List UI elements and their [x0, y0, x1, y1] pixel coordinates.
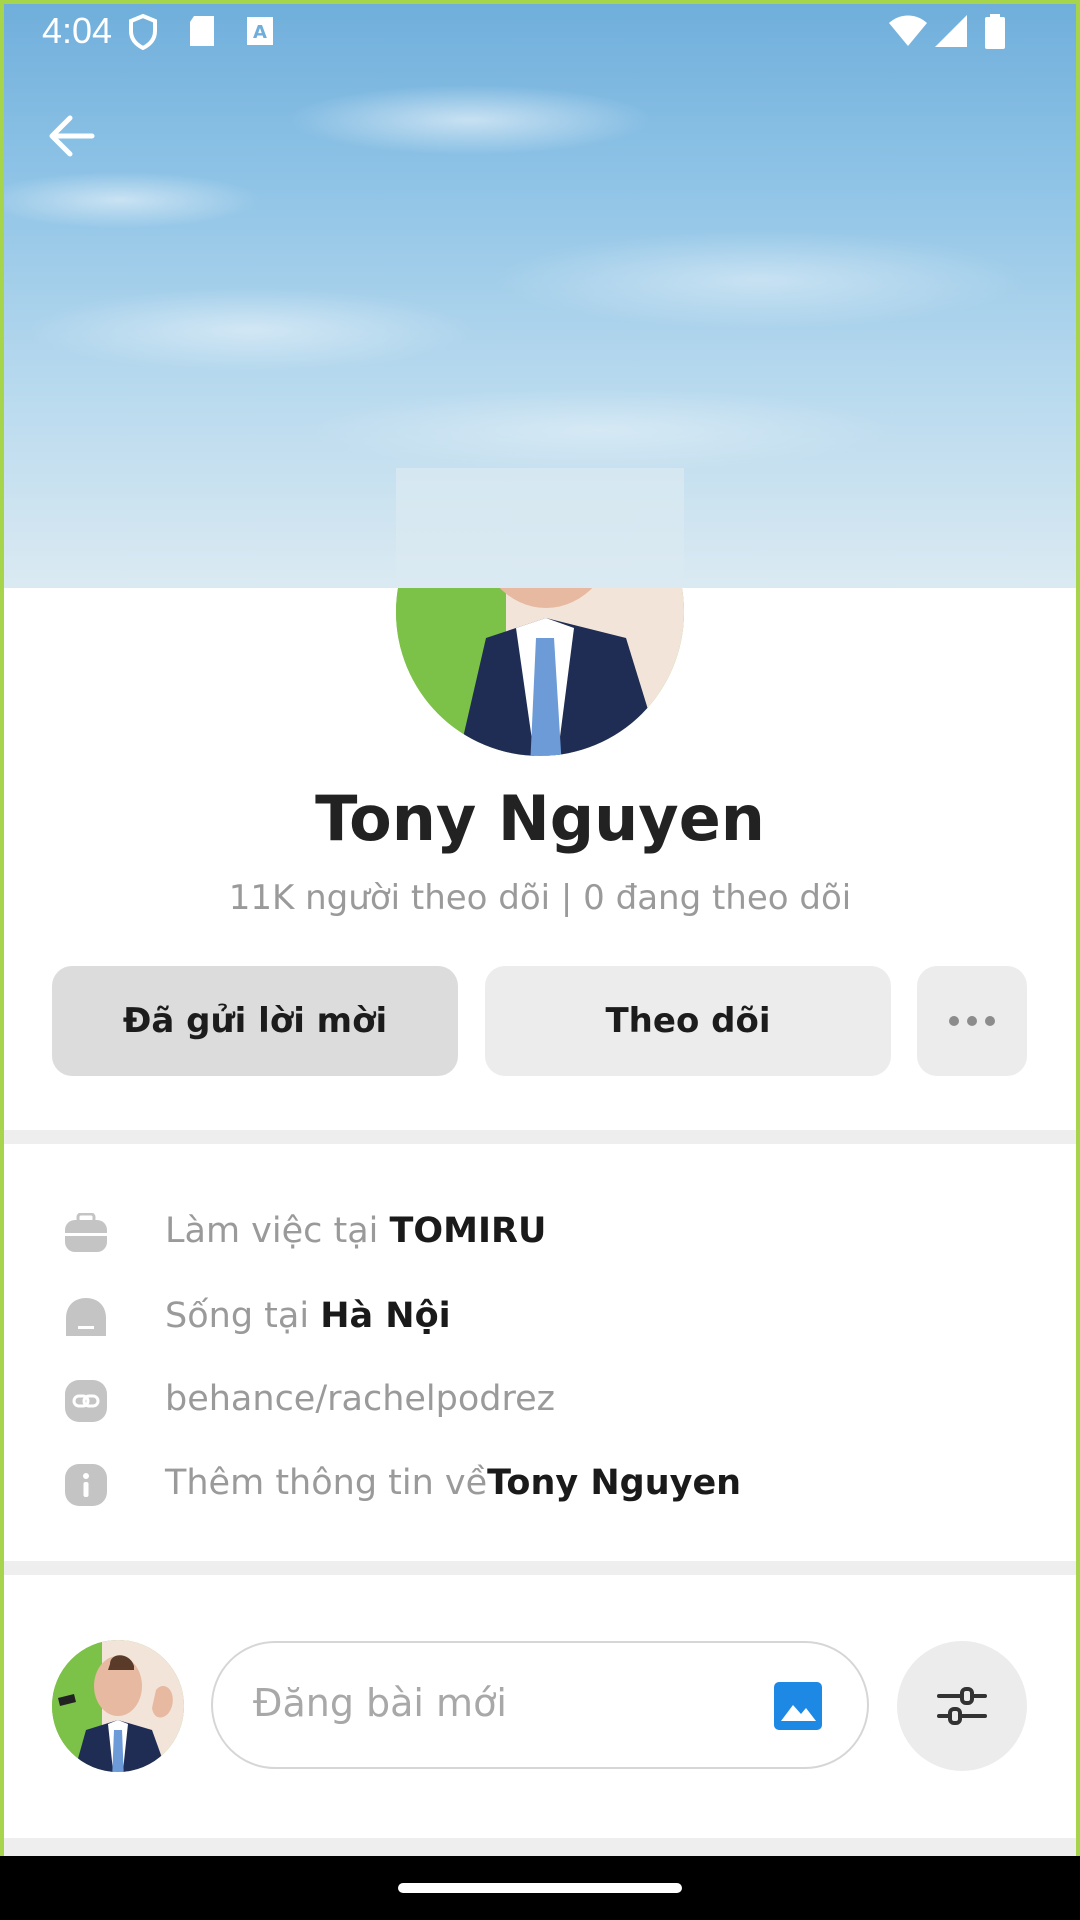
work-value[interactable]: TOMIRU: [390, 1211, 547, 1251]
add-image-button[interactable]: [773, 1681, 823, 1731]
composer-avatar[interactable]: [52, 1640, 184, 1772]
info-live-row: Sống tại Hà Nội: [0, 1288, 1080, 1348]
battery-icon: [984, 14, 1006, 55]
wifi-icon: [888, 14, 928, 53]
new-post-input[interactable]: Đăng bài mới: [211, 1641, 869, 1769]
link-icon: [64, 1379, 108, 1423]
info-work-row: Làm việc tại TOMIRU: [0, 1203, 1080, 1263]
arrow-left-icon: [49, 115, 95, 157]
home-icon: [64, 1296, 108, 1340]
section-divider: [0, 1130, 1080, 1144]
info-icon: [64, 1463, 108, 1507]
profile-link[interactable]: behance/rachelpodrez: [165, 1379, 555, 1419]
sd-card-icon: [188, 14, 216, 53]
info-more-row[interactable]: Thêm thông tin vềTony Nguyen: [0, 1455, 1080, 1515]
live-value[interactable]: Hà Nội: [320, 1296, 450, 1336]
shield-icon: [128, 13, 158, 55]
image-icon: [774, 1682, 822, 1730]
more-info-label: Thêm thông tin về: [165, 1463, 488, 1503]
more-info-name: Tony Nguyen: [487, 1463, 742, 1503]
signal-icon: [934, 14, 968, 53]
more-horizontal-icon: [949, 1016, 995, 1026]
section-divider: [0, 1838, 1080, 1856]
live-label: Sống tại: [165, 1296, 321, 1336]
work-label: Làm việc tại: [165, 1211, 390, 1251]
status-bar: 4:04 A: [0, 0, 1080, 64]
info-link-row: behance/rachelpodrez: [0, 1371, 1080, 1431]
request-sent-button[interactable]: Đã gửi lời mời: [52, 966, 458, 1076]
section-divider: [0, 1561, 1080, 1575]
home-gesture-handle[interactable]: [398, 1883, 682, 1893]
composer-avatar-image: [52, 1640, 184, 1772]
followers-count[interactable]: 11K người theo dõi | 0 đang theo dõi: [0, 878, 1080, 918]
avatar-image: [396, 468, 684, 756]
status-time: 4:04: [42, 10, 113, 51]
filter-button[interactable]: [897, 1641, 1027, 1771]
sliders-icon: [937, 1687, 987, 1725]
briefcase-icon: [64, 1211, 108, 1255]
back-button[interactable]: [44, 108, 100, 164]
svg-text:A: A: [253, 22, 267, 43]
follow-button[interactable]: Theo dõi: [485, 966, 891, 1076]
keyboard-a-icon: A: [246, 14, 274, 53]
new-post-placeholder: Đăng bài mới: [253, 1681, 507, 1725]
profile-avatar[interactable]: [396, 468, 684, 756]
profile-name: Tony Nguyen: [315, 782, 765, 855]
more-options-button[interactable]: [917, 966, 1027, 1076]
